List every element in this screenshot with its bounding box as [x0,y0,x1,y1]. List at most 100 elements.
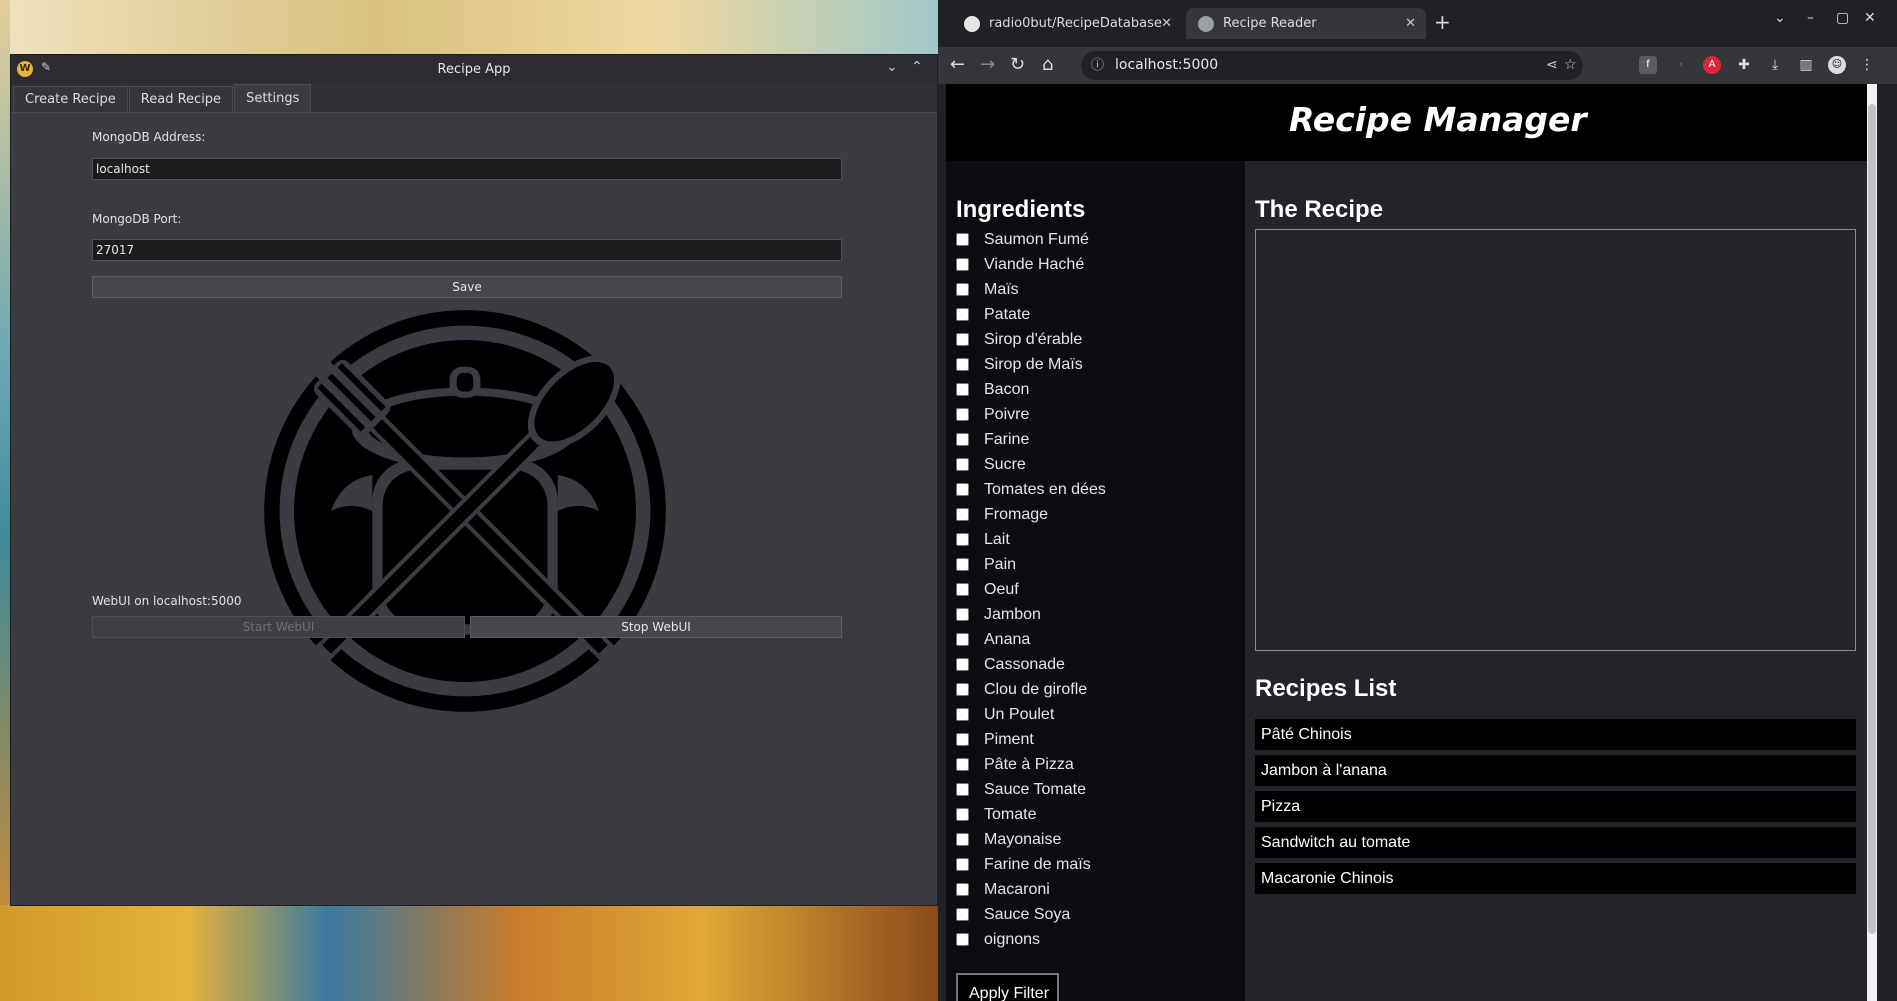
ingredient-checkbox[interactable] [956,583,969,596]
reload-icon[interactable]: ↻ [1010,54,1025,75]
tab-search-icon[interactable]: ⌄ [1774,10,1786,26]
ingredient-checkbox[interactable] [956,533,969,546]
ingredient-checkbox[interactable] [956,658,969,671]
ingredient-checkbox[interactable] [956,883,969,896]
tab-create-recipe[interactable]: Create Recipe [13,86,128,112]
page-scrollbar[interactable] [1867,84,1877,1001]
ingredient-item[interactable]: Pâte à Pizza [956,752,1106,777]
ingredient-checkbox[interactable] [956,758,969,771]
ingredient-item[interactable]: Un Poulet [956,702,1106,727]
ingredient-item[interactable]: Pain [956,552,1106,577]
close-icon[interactable]: ✕ [1161,16,1172,31]
ingredient-checkbox[interactable] [956,483,969,496]
ingredient-item[interactable]: Viande Haché [956,252,1106,277]
ingredient-item[interactable]: Sirop de Maïs [956,352,1106,377]
ingredient-checkbox[interactable] [956,908,969,921]
ingredient-item[interactable]: Oeuf [956,577,1106,602]
ingredient-item[interactable]: Macaroni [956,877,1106,902]
ingredient-checkbox[interactable] [956,808,969,821]
ingredient-checkbox[interactable] [956,683,969,696]
ingredient-checkbox[interactable] [956,233,969,246]
ingredient-item[interactable]: Farine [956,427,1106,452]
ingredient-checkbox[interactable] [956,308,969,321]
ingredient-checkbox[interactable] [956,933,969,946]
pin-icon[interactable]: ✎ [41,60,51,74]
ingredient-item[interactable]: Sucre [956,452,1106,477]
maximize-icon[interactable]: ▢ [1836,10,1849,26]
ingredient-checkbox[interactable] [956,558,969,571]
ingredient-checkbox[interactable] [956,358,969,371]
ingredient-item[interactable]: Saumon Fumé [956,227,1106,252]
ingredient-checkbox[interactable] [956,383,969,396]
ingredient-item[interactable]: Poivre [956,402,1106,427]
ingredient-checkbox[interactable] [956,408,969,421]
stop-webui-button[interactable]: Stop WebUI [470,616,842,638]
ingredient-item[interactable]: Jambon [956,602,1106,627]
minimize-icon[interactable]: – [1807,10,1814,26]
extensions-puzzle-icon[interactable]: ✚ [1735,56,1753,74]
ingredient-checkbox[interactable] [956,633,969,646]
ingredient-item[interactable]: Lait [956,527,1106,552]
tab-read-recipe[interactable]: Read Recipe [128,86,234,112]
ingredient-checkbox[interactable] [956,258,969,271]
recipe-list-item[interactable]: Pâté Chinois [1255,719,1856,750]
mongodb-address-input[interactable]: localhost [92,158,842,180]
ingredient-checkbox[interactable] [956,833,969,846]
back-icon[interactable]: ← [950,54,965,75]
share-icon[interactable]: ⋖ [1546,51,1558,80]
new-tab-icon[interactable]: + [1434,10,1451,34]
ingredient-item[interactable]: Sirop d'érable [956,327,1106,352]
ingredient-item[interactable]: Clou de girofle [956,677,1106,702]
site-info-icon[interactable]: ⓘ [1091,51,1104,80]
ingredient-checkbox[interactable] [956,508,969,521]
start-webui-button[interactable]: Start WebUI [92,616,465,638]
forward-icon[interactable]: → [980,54,995,75]
ingredient-item[interactable]: Piment [956,727,1106,752]
ingredient-item[interactable]: Mayonaise [956,827,1106,852]
ingredient-item[interactable]: Farine de maïs [956,852,1106,877]
recipe-display-area[interactable] [1255,229,1856,651]
home-icon[interactable]: ⌂ [1042,54,1053,75]
window-titlebar[interactable]: W ✎ Recipe App ⌄ ⌃ [11,55,937,83]
ingredient-checkbox[interactable] [956,858,969,871]
side-panel-icon[interactable]: ▥ [1797,56,1815,74]
recipe-list-item[interactable]: Pizza [1255,791,1856,822]
ingredient-item[interactable]: Tomate [956,802,1106,827]
save-button[interactable]: Save [92,276,842,298]
recipe-list-item[interactable]: Sandwitch au tomate [1255,827,1856,858]
ingredient-item[interactable]: oignons [956,927,1106,952]
hidden-extension-icon[interactable]: › [1672,56,1690,74]
bookmark-star-icon[interactable]: ☆ [1564,51,1577,80]
ingredient-checkbox[interactable] [956,733,969,746]
browser-tab-recipe-reader[interactable]: Recipe Reader ✕ [1186,8,1426,39]
close-icon[interactable]: ✕ [1405,16,1416,31]
scrollbar-thumb[interactable] [1868,104,1876,934]
ingredient-item[interactable]: Fromage [956,502,1106,527]
recipe-list-item[interactable]: Macaronie Chinois [1255,863,1856,894]
menu-kebab-icon[interactable]: ⋮ [1858,56,1876,74]
ingredient-item[interactable]: Maïs [956,277,1106,302]
address-bar[interactable]: ⓘ localhost:5000 ⋖ ☆ [1081,51,1583,80]
recipe-list-item[interactable]: Jambon à l'anana [1255,755,1856,786]
ingredient-item[interactable]: Tomates en dées [956,477,1106,502]
ingredient-item[interactable]: Bacon [956,377,1106,402]
ingredient-checkbox[interactable] [956,608,969,621]
ingredient-checkbox[interactable] [956,283,969,296]
tab-settings[interactable]: Settings [234,84,312,112]
facebook-extension-icon[interactable]: f [1639,56,1657,74]
minimize-icon[interactable]: ⌄ [886,59,898,75]
ingredient-checkbox[interactable] [956,783,969,796]
ingredient-checkbox[interactable] [956,433,969,446]
mongodb-port-input[interactable]: 27017 [92,239,842,261]
adblock-extension-icon[interactable]: A [1703,56,1721,74]
apply-filter-button[interactable]: Apply Filter [956,973,1059,1001]
download-icon[interactable]: ⤓ [1766,56,1784,74]
ingredient-checkbox[interactable] [956,458,969,471]
maximize-icon[interactable]: ⌃ [911,59,923,75]
ingredient-item[interactable]: Sauce Tomate [956,777,1106,802]
ingredient-item[interactable]: Cassonade [956,652,1106,677]
profile-avatar-icon[interactable]: ☺ [1828,56,1846,74]
ingredient-checkbox[interactable] [956,333,969,346]
ingredient-item[interactable]: Anana [956,627,1106,652]
ingredient-checkbox[interactable] [956,708,969,721]
